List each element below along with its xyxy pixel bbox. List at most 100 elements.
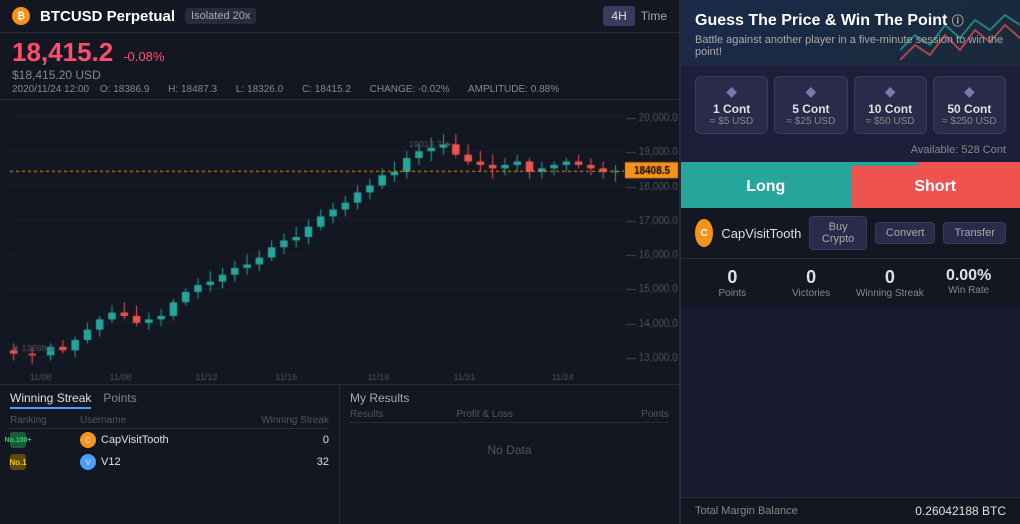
user-avatar-large: C <box>695 219 713 247</box>
rank-2: No.1 <box>10 454 80 470</box>
stat-win-rate: 0.00% Win Rate <box>931 267 1006 299</box>
bottom-section: Winning Streak Points Ranking Username W… <box>0 384 679 524</box>
victories-value: 0 <box>774 267 849 288</box>
rank-icon-2: No.1 <box>10 454 26 470</box>
streak-1: 0 <box>249 434 329 446</box>
margin-bar: Total Margin Balance 0.26042188 BTC <box>681 497 1020 524</box>
price-usd: $18,415.20 USD <box>12 68 667 82</box>
points-label: Points <box>695 288 770 299</box>
margin-value: 0.26042188 BTC <box>915 504 1006 518</box>
bet-usd-3: ≈ $50 USD <box>861 116 920 127</box>
game-title: Guess The Price & Win The Point ⓘ <box>695 12 1006 30</box>
bet-option-2[interactable]: ◆ 5 Cont ≈ $25 USD <box>774 76 847 134</box>
game-subtitle: Battle against another player in a five-… <box>695 34 1006 58</box>
bet-usd-1: ≈ $5 USD <box>702 116 761 127</box>
ohlc-change: CHANGE: -0.02% <box>370 84 458 95</box>
my-results-title: My Results <box>350 391 669 405</box>
left-panel: ₿ BTCUSD Perpetual Isolated 20x 4H Time … <box>0 0 680 524</box>
4h-button[interactable]: 4H <box>603 6 634 26</box>
col-points: Points <box>563 409 669 420</box>
col-ranking: Ranking <box>10 415 80 426</box>
bet-options: ◆ 1 Cont ≈ $5 USD ◆ 5 Cont ≈ $25 USD ◆ 1… <box>681 66 1020 144</box>
price-chart <box>0 100 679 384</box>
diamond-icon-2: ◆ <box>781 83 840 100</box>
bet-amount-1: 1 Cont <box>702 102 761 116</box>
bet-amount-4: 50 Cont <box>940 102 999 116</box>
tab-winning-streak[interactable]: Winning Streak <box>10 391 91 409</box>
win-rate-value: 0.00% <box>931 267 1006 285</box>
time-label: Time <box>641 9 667 23</box>
col-results: Results <box>350 409 456 420</box>
transfer-button[interactable]: Transfer <box>943 222 1006 244</box>
bet-usd-2: ≈ $25 USD <box>781 116 840 127</box>
ohlc-close: C: 18415.2 <box>302 84 359 95</box>
results-header: Results Profit & Loss Points <box>350 409 669 423</box>
stat-winning-streak: 0 Winning Streak <box>853 267 928 299</box>
no-data-label: No Data <box>350 443 669 457</box>
isolated-badge: Isolated 20x <box>185 8 256 24</box>
ohlc-bar: 2020/11/24 12:00 O: 18386.9 H: 18487.3 L… <box>12 84 667 95</box>
game-header: Guess The Price & Win The Point ⓘ Battle… <box>681 0 1020 66</box>
available-cont: Available: 528 Cont <box>681 144 1020 162</box>
top-bar: ₿ BTCUSD Perpetual Isolated 20x 4H Time <box>0 0 679 33</box>
streak-2: 32 <box>249 456 329 468</box>
winning-streak-label: Winning Streak <box>853 288 928 299</box>
ohlc-amplitude: AMPLITUDE: 0.88% <box>468 84 567 95</box>
leaderboard-header: Ranking Username Winning Streak <box>10 413 329 429</box>
winning-streak-value: 0 <box>853 267 928 288</box>
diamond-icon-4: ◆ <box>940 83 999 100</box>
price-value: 18,415.2 <box>12 37 113 68</box>
time-controls: 4H Time <box>603 6 667 26</box>
info-icon[interactable]: ⓘ <box>952 14 964 28</box>
user-1: C CapVisitTooth <box>80 432 249 448</box>
username-label: CapVisitTooth <box>721 226 801 241</box>
bet-amount-3: 10 Cont <box>861 102 920 116</box>
victories-label: Victories <box>774 288 849 299</box>
col-pnl: Profit & Loss <box>456 409 562 420</box>
right-panel: Guess The Price & Win The Point ⓘ Battle… <box>680 0 1020 524</box>
ohlc-high: H: 18487.3 <box>168 84 225 95</box>
user-actions: C CapVisitTooth Buy Crypto Convert Trans… <box>681 208 1020 259</box>
long-short-buttons: Long Short <box>681 166 1020 208</box>
my-results: My Results Results Profit & Loss Points … <box>339 385 679 524</box>
leaderboard-row-1: No.100+ C CapVisitTooth 0 <box>10 429 329 451</box>
avatar-1: C <box>80 432 96 448</box>
pair-title: BTCUSD Perpetual <box>40 8 175 25</box>
price-change: -0.08% <box>123 49 164 64</box>
leaderboard-row-2: No.1 V V12 32 <box>10 451 329 473</box>
username-1: CapVisitTooth <box>101 434 169 446</box>
buy-crypto-button[interactable]: Buy Crypto <box>809 216 867 250</box>
long-button[interactable]: Long <box>681 166 851 208</box>
ohlc-low: L: 18326.0 <box>236 84 291 95</box>
diamond-icon-1: ◆ <box>702 83 761 100</box>
price-bar: 18,415.2 -0.08% $18,415.20 USD 2020/11/2… <box>0 33 679 100</box>
tab-points[interactable]: Points <box>103 391 136 409</box>
col-streak: Winning Streak <box>249 415 329 426</box>
chart-area <box>0 100 679 384</box>
diamond-icon-3: ◆ <box>861 83 920 100</box>
win-rate-label: Win Rate <box>931 285 1006 296</box>
user-2: V V12 <box>80 454 249 470</box>
bet-option-4[interactable]: ◆ 50 Cont ≈ $250 USD <box>933 76 1006 134</box>
points-value: 0 <box>695 267 770 288</box>
stats-row: 0 Points 0 Victories 0 Winning Streak 0.… <box>681 259 1020 307</box>
username-2: V12 <box>101 456 121 468</box>
short-button[interactable]: Short <box>851 166 1020 208</box>
avatar-2: V <box>80 454 96 470</box>
bet-usd-4: ≈ $250 USD <box>940 116 999 127</box>
bet-amount-2: 5 Cont <box>781 102 840 116</box>
ohlc-date: 2020/11/24 12:00 <box>12 84 89 95</box>
convert-button[interactable]: Convert <box>875 222 936 244</box>
stat-points: 0 Points <box>695 267 770 299</box>
col-username: Username <box>80 415 249 426</box>
rank-1: No.100+ <box>10 432 80 448</box>
bet-option-3[interactable]: ◆ 10 Cont ≈ $50 USD <box>854 76 927 134</box>
bet-option-1[interactable]: ◆ 1 Cont ≈ $5 USD <box>695 76 768 134</box>
btc-icon: ₿ <box>12 7 30 25</box>
stat-victories: 0 Victories <box>774 267 849 299</box>
ohlc-open: O: 18386.9 <box>100 84 158 95</box>
margin-label: Total Margin Balance <box>695 505 798 517</box>
leaderboard: Winning Streak Points Ranking Username W… <box>0 385 339 524</box>
leaderboard-tabs: Winning Streak Points <box>10 391 329 409</box>
rank-icon-1: No.100+ <box>10 432 26 448</box>
